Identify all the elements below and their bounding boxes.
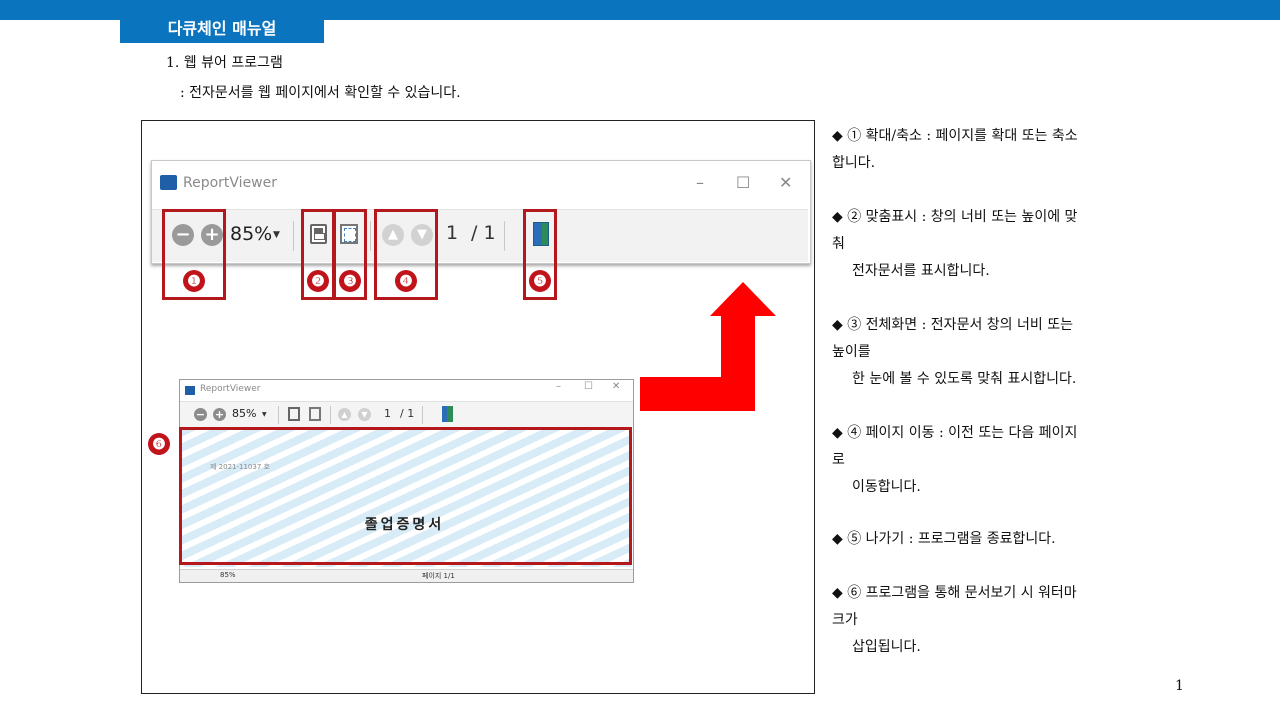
status-bar: 85% 페이지 1/1 — [180, 569, 633, 582]
zoom-level[interactable]: 85% — [230, 223, 272, 245]
minimize-icon[interactable]: – — [556, 381, 561, 392]
close-icon[interactable]: ✕ — [612, 381, 620, 392]
marker-1: ❶ — [183, 270, 205, 292]
zoom-level[interactable]: 85% — [232, 407, 256, 420]
maximize-icon[interactable]: ☐ — [584, 381, 593, 392]
marker-6: ❻ — [148, 433, 170, 455]
section-heading: 1. 웹 뷰어 프로그램 — [166, 55, 283, 71]
desc-line: 이동합니다. — [852, 479, 921, 495]
report-viewer-window-large: ReportViewer – ☐ ✕ − + 85% ▼ ▲ ▼ 1 / 1 — [151, 160, 811, 264]
desc-line: 삽입됩니다. — [852, 639, 921, 655]
desc-line: 합니다. — [832, 155, 876, 171]
chevron-down-icon[interactable]: ▼ — [273, 230, 280, 240]
highlight-watermark — [179, 427, 632, 565]
status-zoom: 85% — [220, 571, 236, 579]
marker-2: ❷ — [307, 270, 329, 292]
desc-fullscreen: ◆ ③ 전체화면 : 전자문서 창의 너비 또는 높이를 한 눈에 볼 수 있도… — [832, 312, 1142, 393]
close-icon[interactable]: ✕ — [779, 173, 792, 192]
manual-tab: 다큐체인 매뉴얼 — [120, 14, 324, 43]
desc-line: ◆ ② 맞춤표시 : 창의 너비 또는 높이에 맞 — [832, 209, 1078, 225]
fit-page-icon[interactable] — [288, 407, 300, 421]
desc-line: 높이를 — [832, 344, 871, 360]
page-current[interactable]: 1 — [384, 407, 391, 420]
zoom-out-icon[interactable]: − — [194, 408, 207, 421]
marker-4: ❹ — [395, 270, 417, 292]
desc-line: 크가 — [832, 612, 858, 628]
toolbar-divider — [293, 221, 294, 251]
window-title: ReportViewer — [183, 175, 278, 191]
desc-exit: ◆ ⑤ 나가기 : 프로그램을 종료합니다. — [832, 526, 1142, 553]
toolbar-divider — [504, 221, 505, 251]
desc-line: 한 눈에 볼 수 있도록 맞춰 표시합니다. — [852, 371, 1077, 387]
desc-fit: ◆ ② 맞춤표시 : 창의 너비 또는 높이에 맞 춰 전자문서를 표시합니다. — [832, 204, 1142, 285]
maximize-icon[interactable]: ☐ — [736, 173, 750, 192]
desc-line: ◆ ③ 전체화면 : 전자문서 창의 너비 또는 — [832, 317, 1073, 333]
minimize-icon[interactable]: – — [696, 173, 704, 192]
page-current[interactable]: 1 — [446, 222, 458, 244]
desc-line: ◆ ⑥ 프로그램을 통해 문서보기 시 워터마 — [832, 585, 1077, 601]
marker-5: ❺ — [529, 270, 551, 292]
arrow-shaft — [721, 314, 755, 411]
desc-zoom: ◆ ① 확대/축소 : 페이지를 확대 또는 축소 합니다. — [832, 123, 1142, 177]
viewer-toolbar: − + 85% ▼ ▲ ▼ 1 / 1 — [152, 209, 808, 262]
desc-line: ◆ ④ 페이지 이동 : 이전 또는 다음 페이지 — [832, 425, 1078, 441]
toolbar-divider — [422, 406, 423, 424]
desc-page-nav: ◆ ④ 페이지 이동 : 이전 또는 다음 페이지 로 이동합니다. — [832, 420, 1142, 501]
desc-line: 전자문서를 표시합니다. — [852, 263, 990, 279]
section-subtext: : 전자문서를 웹 페이지에서 확인할 수 있습니다. — [180, 85, 461, 101]
page-number: 1 — [1175, 678, 1184, 694]
zoom-in-icon[interactable]: + — [213, 408, 226, 421]
toolbar-divider — [370, 221, 371, 251]
app-logo-icon — [160, 175, 177, 190]
desc-line: ◆ ⑤ 나가기 : 프로그램을 종료합니다. — [832, 531, 1056, 547]
viewer-toolbar: − + 85% ▼ ▲ ▼ 1 / 1 — [180, 401, 633, 428]
desc-watermark: ◆ ⑥ 프로그램을 통해 문서보기 시 워터마 크가 삽입됩니다. — [832, 580, 1142, 661]
app-logo-icon — [185, 386, 195, 395]
desc-line: 로 — [832, 452, 845, 468]
prev-page-icon[interactable]: ▲ — [338, 408, 351, 421]
desc-line: ◆ ① 확대/축소 : 페이지를 확대 또는 축소 — [832, 128, 1078, 144]
toolbar-divider — [278, 406, 279, 424]
toolbar-divider — [330, 406, 331, 424]
fullscreen-icon[interactable] — [309, 407, 321, 421]
exit-icon[interactable] — [442, 406, 453, 422]
window-title: ReportViewer — [200, 384, 261, 394]
marker-3: ❸ — [339, 270, 361, 292]
chevron-down-icon[interactable]: ▼ — [262, 411, 267, 418]
arrow-head — [710, 282, 776, 316]
desc-line: 춰 — [832, 236, 845, 252]
page-total: / 1 — [400, 407, 415, 420]
page-total: / 1 — [471, 222, 496, 244]
status-page: 페이지 1/1 — [422, 572, 455, 580]
next-page-icon[interactable]: ▼ — [358, 408, 371, 421]
